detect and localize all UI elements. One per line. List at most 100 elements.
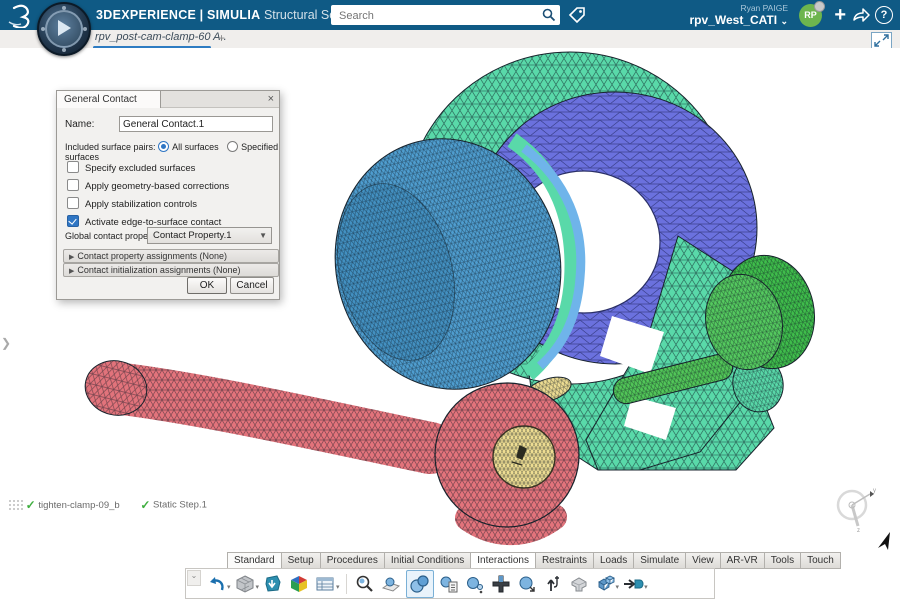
new-tab-button[interactable]: +: [218, 31, 225, 45]
table-view-button[interactable]: [314, 573, 336, 595]
undo-caret-icon[interactable]: ▾: [227, 583, 231, 591]
tab-procedures[interactable]: Procedures: [320, 552, 384, 569]
compass-tick-north: [62, 6, 66, 10]
name-input[interactable]: [119, 116, 273, 132]
mesh-part-button[interactable]: [234, 573, 256, 595]
export-connector-button[interactable]: [622, 573, 644, 595]
duplicate-bodies-button[interactable]: [594, 573, 616, 595]
tag-icon[interactable]: [567, 5, 587, 25]
tab-restraints[interactable]: Restraints: [535, 552, 593, 569]
status-step-name[interactable]: Static Step.1: [153, 500, 207, 511]
top-bar: 3DEXPERIENCE | SIMULIA Structural Scenar…: [0, 0, 900, 31]
tab-simulate[interactable]: Simulate: [633, 552, 685, 569]
radio-specified-surfaces[interactable]: [227, 141, 238, 152]
radio-all-surfaces[interactable]: [158, 141, 169, 152]
checkbox-label[interactable]: Apply stabilization controls: [85, 199, 197, 210]
checkbox-row[interactable]: Specify excluded surfaces: [67, 161, 195, 174]
name-label: Name:: [65, 119, 94, 130]
share-icon[interactable]: [852, 6, 870, 22]
tab-setup[interactable]: Setup: [281, 552, 320, 569]
tab-initial-conditions[interactable]: Initial Conditions: [384, 552, 470, 569]
query-zoom-button[interactable]: [354, 573, 376, 595]
contact-points-button[interactable]: [464, 573, 486, 595]
mesh-grid-icon[interactable]: [8, 499, 23, 511]
tab-touch[interactable]: Touch: [800, 552, 841, 569]
compass-play-icon[interactable]: [58, 20, 71, 36]
mesh-part-caret-icon[interactable]: ▾: [256, 583, 260, 591]
cam-washer[interactable]: [493, 426, 555, 488]
tab-standard[interactable]: Standard: [227, 552, 281, 569]
contact-property-value: Contact Property.1: [153, 230, 232, 241]
help-icon[interactable]: ?: [875, 6, 893, 24]
document-tab-strip: rpv_post-cam-clamp-60 A.. +: [0, 30, 900, 49]
contact-query-button[interactable]: [516, 573, 538, 595]
checkbox-stabilization-controls[interactable]: [67, 197, 79, 209]
search-icon[interactable]: [542, 8, 556, 22]
action-bar-tabs: StandardSetupProceduresInitial Condition…: [227, 552, 841, 568]
add-content-button[interactable]: +: [834, 3, 846, 27]
cancel-button[interactable]: Cancel: [230, 277, 274, 294]
checkbox-row[interactable]: Apply stabilization controls: [67, 197, 197, 210]
view-triad[interactable]: y z: [828, 478, 880, 534]
compass-tick-west: [41, 27, 45, 31]
tab-view[interactable]: View: [685, 552, 720, 569]
checkbox-geometry-corrections[interactable]: [67, 179, 79, 191]
panel-expander-chevron-icon[interactable]: ❯: [1, 336, 11, 350]
avatar[interactable]: RP: [799, 4, 822, 27]
user-caret-icon[interactable]: ⌄: [780, 16, 788, 26]
dialog-title-tab[interactable]: General Contact: [56, 90, 161, 108]
duplicate-bodies-caret-icon[interactable]: ▾: [616, 583, 620, 591]
status-model-name[interactable]: tighten-clamp-09_b: [38, 500, 119, 511]
document-tab[interactable]: rpv_post-cam-clamp-60 A..: [95, 31, 227, 47]
brand-simulia: SIMULIA: [207, 8, 261, 22]
tab-interactions[interactable]: Interactions: [470, 552, 535, 569]
restore-window-button[interactable]: [871, 32, 892, 49]
3d-viewport[interactable]: ❯ ✓ tighten-clamp-09_b ✓ Static Step.1 y: [0, 48, 900, 599]
toolbar-separator: [346, 574, 347, 594]
contact-assignments-button[interactable]: [438, 573, 460, 595]
tab-tools[interactable]: Tools: [764, 552, 800, 569]
add-intersection-button[interactable]: [490, 573, 512, 595]
import-part-button[interactable]: [262, 573, 284, 595]
3ds-logo-icon[interactable]: [6, 2, 34, 28]
contact-property-select[interactable]: Contact Property.1 ▼: [147, 227, 272, 244]
expander-triangle-icon[interactable]: ▶: [69, 268, 74, 275]
surface-probe-button[interactable]: [380, 573, 402, 595]
display-modes-button[interactable]: [288, 573, 310, 595]
radio-all-surfaces-label[interactable]: All surfaces: [172, 142, 219, 152]
brand-divider: |: [200, 8, 204, 22]
support-part-button[interactable]: [568, 573, 590, 595]
triad-axis-y-label: y: [873, 488, 876, 494]
user-org: rpv_West_CATI: [690, 13, 778, 27]
user-identity[interactable]: Ryan PAIGE rpv_West_CATI ⌄: [690, 2, 788, 27]
export-connector-caret-icon[interactable]: ▾: [644, 583, 648, 591]
general-contact-button[interactable]: [406, 570, 434, 598]
toolbar-collapse-chevron[interactable]: ⌄: [187, 570, 201, 586]
ok-button[interactable]: OK: [187, 277, 227, 294]
tab-ar-vr[interactable]: AR-VR: [720, 552, 764, 569]
search-input[interactable]: [337, 6, 536, 25]
close-icon[interactable]: ×: [268, 93, 274, 105]
table-view-caret-icon[interactable]: ▾: [336, 583, 340, 591]
section-contact-initialization-assignments[interactable]: ▶Contact initialization assignments (Non…: [63, 263, 279, 277]
section-label: Contact initialization assignments (None…: [77, 265, 240, 275]
checkbox-row[interactable]: Apply geometry-based corrections: [67, 179, 229, 192]
checkbox-edge-to-surface[interactable]: [67, 215, 79, 227]
checkbox-specify-excluded[interactable]: [67, 161, 79, 173]
compass-tick-south: [62, 48, 66, 52]
brand-3dexperience: 3DEXPERIENCE: [96, 8, 196, 22]
triad-axis-z-label: z: [857, 528, 860, 534]
checkbox-label[interactable]: Specify excluded surfaces: [85, 163, 195, 174]
undo-button[interactable]: [205, 573, 227, 595]
chevron-down-icon: ▼: [259, 228, 267, 243]
tab-loads[interactable]: Loads: [593, 552, 633, 569]
general-contact-dialog: General Contact × Name: Included surface…: [56, 90, 280, 300]
section-contact-property-assignments[interactable]: ▶Contact property assignments (None): [63, 249, 279, 263]
friction-pin-button[interactable]: [542, 573, 564, 595]
checkbox-label[interactable]: Apply geometry-based corrections: [85, 181, 229, 192]
expander-triangle-icon[interactable]: ▶: [69, 254, 74, 261]
3dexperience-compass[interactable]: [37, 2, 91, 56]
dialog-header[interactable]: [159, 91, 279, 108]
search-box[interactable]: [331, 5, 560, 25]
status-row: ✓ tighten-clamp-09_b ✓ Static Step.1: [8, 498, 207, 514]
